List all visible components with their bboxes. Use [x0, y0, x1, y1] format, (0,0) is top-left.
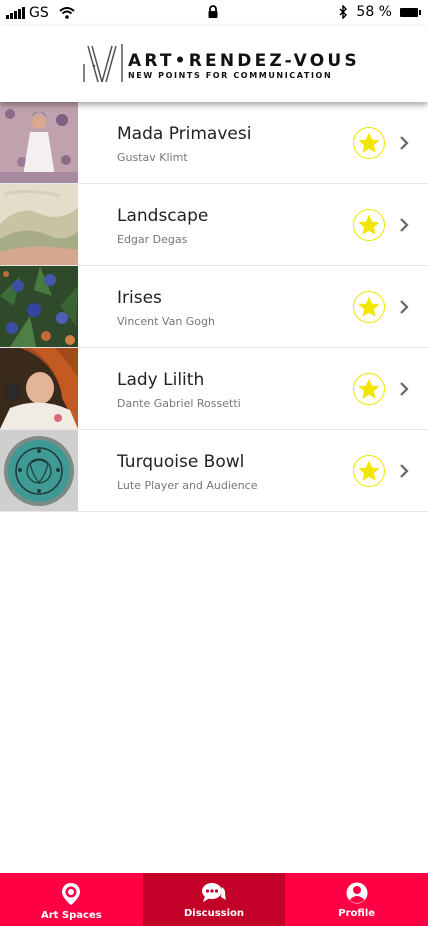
nav-label: Discussion — [183, 908, 245, 919]
artwork-thumbnail — [0, 430, 78, 511]
list-item[interactable]: Lady Lilith Dante Gabriel Rossetti — [0, 348, 428, 430]
user-icon — [346, 882, 368, 904]
star-icon — [358, 378, 380, 399]
status-right: 58 % — [339, 4, 421, 20]
chevron-right-icon[interactable] — [399, 135, 409, 151]
nav-art-spaces[interactable]: Art Spaces — [0, 873, 143, 926]
location-pin-icon — [62, 883, 81, 905]
app-title: ART•RENDEZ-VOUS — [128, 51, 360, 71]
lock-icon — [207, 5, 219, 24]
nav-label: Profile — [338, 908, 376, 919]
artwork-title: Landscape — [117, 206, 209, 226]
list-item[interactable]: Mada Primavesi Gustav Klimt — [0, 102, 428, 184]
signal-icon — [6, 7, 25, 19]
artwork-title: Lady Lilith — [117, 370, 205, 390]
artwork-title: Irises — [117, 288, 162, 308]
star-icon — [358, 214, 380, 235]
battery-icon — [400, 7, 421, 17]
app-subtitle: NEW POINTS FOR COMMUNICATION — [128, 71, 333, 80]
battery-percent: 58 % — [356, 4, 392, 20]
star-icon — [358, 132, 380, 153]
artwork-artist: Vincent Van Gogh — [117, 315, 215, 328]
list-item[interactable]: Irises Vincent Van Gogh — [0, 266, 428, 348]
favorite-button[interactable] — [353, 127, 385, 159]
artwork-title: Turquoise Bowl — [117, 452, 245, 472]
chevron-right-icon[interactable] — [399, 463, 409, 479]
list-item[interactable]: Landscape Edgar Degas — [0, 184, 428, 266]
star-icon — [358, 296, 380, 317]
bluetooth-icon — [339, 5, 348, 19]
favorite-button[interactable] — [353, 455, 385, 487]
status-left: GS — [6, 5, 75, 21]
artwork-thumbnail — [0, 348, 78, 429]
wifi-icon — [59, 7, 75, 19]
artwork-title: Mada Primavesi — [117, 124, 252, 144]
nav-discussion[interactable]: Discussion — [142, 873, 286, 926]
app-header: ART•RENDEZ-VOUS NEW POINTS FOR COMMUNICA… — [0, 26, 428, 102]
chevron-right-icon[interactable] — [399, 381, 409, 397]
artwork-artist: Lute Player and Audience — [117, 479, 258, 492]
artwork-thumbnail — [0, 266, 78, 347]
artwork-artist: Dante Gabriel Rossetti — [117, 397, 241, 410]
favorite-button[interactable] — [353, 291, 385, 323]
logo-icon — [83, 44, 123, 83]
bottom-nav: Art Spaces Discussion Profile — [0, 873, 428, 926]
nav-profile[interactable]: Profile — [285, 873, 428, 926]
star-icon — [358, 460, 380, 481]
artwork-thumbnail — [0, 184, 78, 265]
chevron-right-icon[interactable] — [399, 299, 409, 315]
carrier-label: GS — [29, 5, 49, 21]
chevron-right-icon[interactable] — [399, 217, 409, 233]
artwork-artist: Edgar Degas — [117, 233, 188, 246]
nav-label: Art Spaces — [40, 910, 102, 921]
artwork-thumbnail — [0, 102, 78, 183]
favorite-button[interactable] — [353, 209, 385, 241]
status-bar: GS 58 % — [0, 0, 428, 26]
artwork-artist: Gustav Klimt — [117, 151, 188, 164]
list-item[interactable]: Turquoise Bowl Lute Player and Audience — [0, 430, 428, 512]
favorite-button[interactable] — [353, 373, 385, 405]
artwork-list: Mada Primavesi Gustav Klimt Landscape Ed… — [0, 102, 428, 512]
chat-bubbles-icon — [202, 883, 226, 902]
